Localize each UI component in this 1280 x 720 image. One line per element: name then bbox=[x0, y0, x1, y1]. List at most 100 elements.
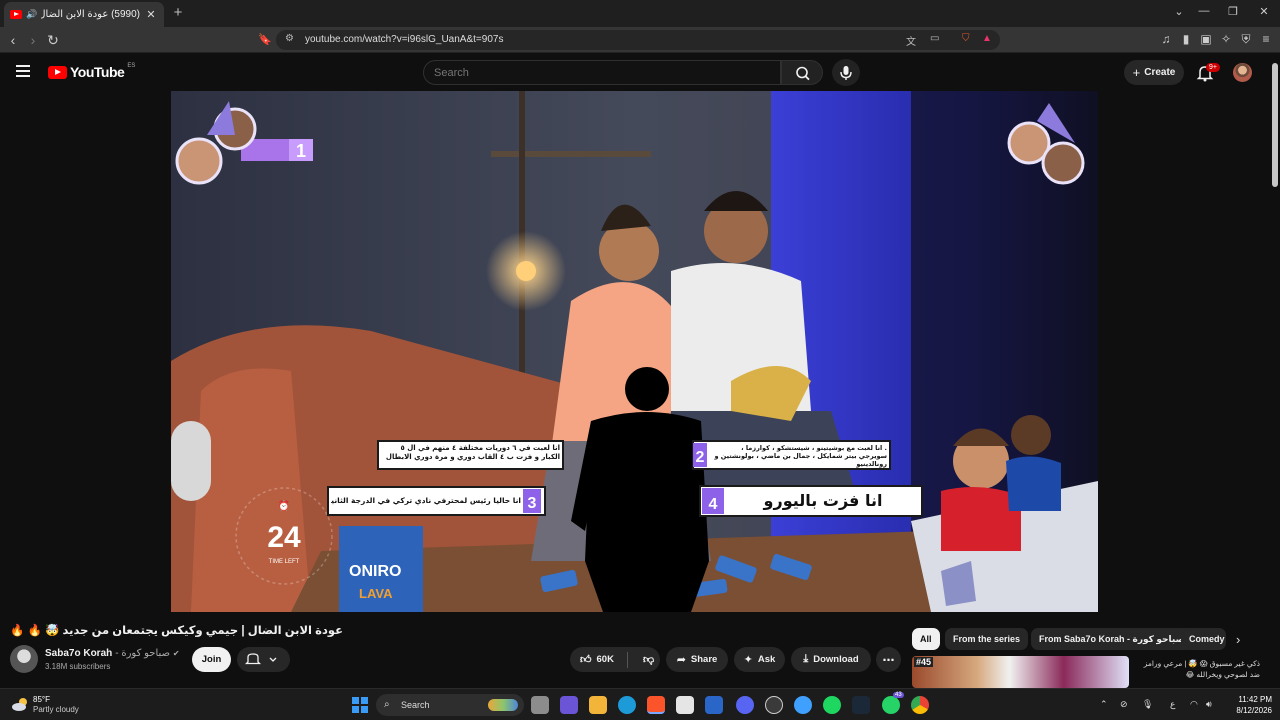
dislike-button[interactable]: 👎︎ bbox=[643, 653, 654, 666]
clue-text-3: انا حاليا رئيس لمحترفي نادي تركي في الدر… bbox=[331, 496, 521, 505]
country-code: ES bbox=[127, 63, 136, 69]
download-label: Download bbox=[813, 654, 859, 665]
alarm-clock-icon: ⏰ bbox=[278, 499, 290, 512]
copilot-icon[interactable] bbox=[560, 696, 578, 714]
spotify-icon[interactable] bbox=[823, 696, 841, 714]
windows-taskbar: 85°F Partly cloudy ⌕ Search 43 ⌃ ⊘ 🎙︎ ع … bbox=[0, 688, 1280, 720]
site-info-icon[interactable]: ⚙ bbox=[285, 33, 294, 44]
wifi-icon[interactable]: ◠ bbox=[1190, 699, 1198, 710]
divider bbox=[626, 651, 628, 668]
notification-count-badge: 9+ bbox=[1206, 63, 1220, 72]
leo-ai-icon[interactable]: ✧ bbox=[1218, 32, 1234, 46]
sidebar-icon[interactable]: ▮ bbox=[1178, 32, 1194, 46]
navigator-icon[interactable] bbox=[794, 696, 812, 714]
timer-label: TIME LEFT bbox=[269, 559, 300, 565]
windows-start-icon[interactable] bbox=[352, 697, 368, 713]
bookmark-icon[interactable]: 🔖 bbox=[256, 31, 274, 49]
like-button[interactable]: 👍︎ 60K bbox=[580, 653, 614, 666]
clock-date: 8/12/2026 bbox=[1236, 706, 1272, 715]
download-button[interactable]: ⤓ Download bbox=[791, 647, 871, 672]
translate-icon[interactable]: 文 bbox=[906, 33, 916, 48]
cast-icon[interactable]: ▭ bbox=[930, 33, 939, 44]
taskbar-search[interactable]: ⌕ Search bbox=[376, 694, 524, 716]
close-window-button[interactable]: ✕ bbox=[1254, 5, 1274, 18]
recommended-video-title[interactable]: ذكي غير مسبوق 😱 🤯 | مرعي ورامز ضد لصوحي … bbox=[1135, 658, 1260, 680]
brave-shield-icon[interactable]: ⛉ bbox=[962, 33, 970, 44]
microphone-icon[interactable]: 🎙︎ bbox=[1142, 699, 1153, 710]
clue-text-4: انا فزت باليورو bbox=[764, 491, 883, 510]
clock-time: 11:42 PM bbox=[1238, 695, 1272, 704]
video-title: عودة الابن الضال | جيمي وكيكس يجتمعان من… bbox=[10, 625, 343, 637]
video-frame: ONIRO LAVA 1 ⏰ 24 TIME LEFT 2 3 4 . انا … bbox=[171, 91, 1098, 612]
browser-tab[interactable]: 🔊 (5990) عودة الابن الضال | جيمي ✕ bbox=[4, 2, 164, 27]
media-icon[interactable]: ♫ bbox=[1158, 32, 1174, 46]
system-clock[interactable]: 11:42 PM 8/12/2026 bbox=[1222, 694, 1272, 716]
create-button[interactable]: + Create bbox=[1124, 60, 1184, 85]
menu-icon[interactable]: ≡ bbox=[1258, 32, 1274, 46]
chip-all[interactable]: All bbox=[912, 628, 940, 650]
join-button[interactable]: Join bbox=[192, 647, 231, 672]
video-player[interactable]: ONIRO LAVA 1 ⏰ 24 TIME LEFT 2 3 4 . انا … bbox=[171, 91, 1098, 612]
volume-icon[interactable]: 🔊︎ bbox=[1206, 699, 1212, 710]
discord-icon[interactable] bbox=[736, 696, 754, 714]
microsoft-store-icon[interactable] bbox=[676, 696, 694, 714]
ask-label: Ask bbox=[757, 654, 776, 665]
sparkle-icon: ✦ bbox=[743, 654, 753, 666]
chrome-icon[interactable] bbox=[911, 696, 929, 714]
weather-condition: Partly cloudy bbox=[33, 705, 79, 714]
forward-icon[interactable]: › bbox=[24, 31, 42, 49]
clue-number-4: 4 bbox=[709, 496, 718, 513]
share-button[interactable]: ➦ Share bbox=[666, 647, 728, 672]
language-indicator[interactable]: ع bbox=[1170, 699, 1175, 710]
wallet-icon[interactable]: ▣ bbox=[1198, 32, 1214, 46]
subscribed-button[interactable] bbox=[237, 647, 290, 672]
brave-rewards-icon[interactable]: ▲ bbox=[982, 33, 992, 44]
search-input[interactable] bbox=[423, 60, 781, 85]
file-explorer-icon[interactable] bbox=[589, 696, 607, 714]
maximize-button[interactable]: ❐ bbox=[1223, 5, 1243, 18]
github-icon[interactable] bbox=[765, 696, 783, 714]
url-text: youtube.com/watch?v=i96slG_UanA&t=907s bbox=[305, 34, 504, 45]
mail-icon[interactable] bbox=[705, 696, 723, 714]
chip-comedy[interactable]: Comedy bbox=[1181, 628, 1226, 650]
show-hidden-icons-icon[interactable]: ⌃ bbox=[1100, 699, 1108, 710]
chip-from-channel[interactable]: From Saba7o Korah - صباحو كورة bbox=[1031, 628, 1193, 650]
weather-temperature: 85°F bbox=[33, 695, 50, 704]
more-actions-button[interactable]: ⋯ bbox=[876, 647, 901, 672]
chevron-right-icon[interactable]: › bbox=[1236, 632, 1240, 647]
brave-icon[interactable] bbox=[647, 696, 665, 714]
recommended-video-thumbnail[interactable]: #45 bbox=[912, 656, 1129, 688]
ask-button[interactable]: ✦ Ask bbox=[734, 647, 785, 672]
search-button[interactable] bbox=[781, 60, 823, 85]
task-view-icon[interactable] bbox=[531, 696, 549, 714]
new-tab-button[interactable]: + bbox=[170, 4, 186, 21]
snack-box-brand: ONIRO bbox=[349, 563, 401, 580]
tab-search-icon[interactable]: ⌄ bbox=[1169, 5, 1189, 18]
speaker-icon[interactable]: 🔊 bbox=[26, 9, 37, 20]
vpn-icon[interactable]: ⛨ bbox=[1238, 32, 1254, 47]
channel-avatar[interactable] bbox=[10, 645, 38, 673]
reload-icon[interactable]: ↻ bbox=[44, 31, 62, 49]
share-label: Share bbox=[690, 654, 718, 665]
channel-name[interactable]: Saba7o Korah - صباحو كورة ✔ bbox=[45, 648, 180, 659]
address-bar[interactable]: ⚙ youtube.com/watch?v=i96slG_UanA&t=907s… bbox=[276, 30, 1000, 50]
youtube-logo[interactable]: YouTube ES bbox=[48, 63, 136, 80]
chip-from-the-series[interactable]: From the series bbox=[945, 628, 1029, 650]
create-label: Create bbox=[1144, 67, 1176, 78]
tab-close-icon[interactable]: ✕ bbox=[144, 8, 158, 21]
minimize-button[interactable]: — bbox=[1194, 5, 1214, 17]
page-scrollbar[interactable] bbox=[1272, 63, 1278, 187]
more-icon: ⋯ bbox=[882, 652, 895, 667]
network-off-icon[interactable]: ⊘ bbox=[1120, 699, 1128, 710]
back-icon[interactable]: ‹ bbox=[4, 31, 22, 49]
guide-menu-icon[interactable] bbox=[16, 65, 30, 77]
channel-name-latin: Saba7o Korah bbox=[45, 648, 113, 659]
clue-number-3: 3 bbox=[528, 495, 537, 512]
steam-icon[interactable] bbox=[852, 696, 870, 714]
logo-wordmark: YouTube bbox=[70, 64, 125, 80]
account-avatar[interactable] bbox=[1233, 63, 1252, 82]
snack-box-sub: LAVA bbox=[359, 586, 393, 601]
whatsapp-icon[interactable] bbox=[882, 696, 900, 714]
edge-icon[interactable] bbox=[618, 696, 636, 714]
voice-search-button[interactable] bbox=[832, 59, 860, 86]
